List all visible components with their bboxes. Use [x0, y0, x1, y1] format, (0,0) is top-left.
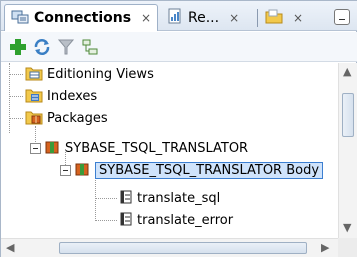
vertical-scrollbar[interactable]: ▲ ▼: [338, 63, 357, 238]
folder-views-icon: [25, 65, 43, 84]
tab-connections-label: Connections: [34, 10, 132, 26]
add-connection-icon[interactable]: [9, 38, 27, 56]
horizontal-scrollbar[interactable]: ◀ ▶: [1, 238, 338, 257]
scroll-down-icon[interactable]: ▼: [343, 221, 351, 234]
tab-reports[interactable]: Re... ×: [161, 4, 255, 31]
package-body-icon: [73, 161, 91, 180]
tab-separator: [257, 9, 258, 27]
filter-icon[interactable]: [57, 38, 75, 56]
tab-connections[interactable]: Connections ×: [4, 4, 158, 31]
connections-tree: Editioning Views Indexes Packages SYBASE…: [1, 63, 337, 238]
tree-item-label: translate_error: [137, 212, 234, 228]
tree-item-editioning-views[interactable]: Editioning Views: [25, 63, 154, 85]
close-icon[interactable]: ×: [293, 11, 303, 25]
collapse-toggle[interactable]: [60, 165, 71, 176]
scroll-left-icon[interactable]: ◀: [6, 241, 14, 254]
scrollbar-corner: [338, 238, 357, 257]
schema-browser-icon[interactable]: [81, 38, 99, 56]
toolbar: [1, 32, 357, 62]
tree-item-translate-sql[interactable]: translate_sql: [119, 187, 220, 209]
refresh-icon[interactable]: [33, 38, 51, 56]
tree-item-packages[interactable]: Packages: [25, 107, 108, 129]
connections-panel: Connections × Re... × × Editioning Views…: [0, 0, 357, 257]
tree-item-indexes[interactable]: Indexes: [25, 85, 97, 107]
tree-item-package-body[interactable]: SYBASE_TSQL_TRANSLATOR Body: [73, 159, 324, 181]
tree-connector: [9, 96, 23, 97]
tree-item-label: Editioning Views: [47, 66, 154, 82]
tree-item-package[interactable]: SYBASE_TSQL_TRANSLATOR: [43, 137, 248, 159]
scroll-up-icon[interactable]: ▲: [343, 65, 351, 78]
tree-item-label: SYBASE_TSQL_TRANSLATOR: [65, 140, 249, 156]
tree-item-label: SYBASE_TSQL_TRANSLATOR Body: [95, 161, 324, 179]
tab-bar: Connections × Re... × ×: [1, 1, 357, 31]
folder-packages-icon: [25, 109, 43, 128]
connections-icon: [11, 9, 29, 28]
tree-connector: [95, 198, 117, 199]
scroll-right-icon[interactable]: ▶: [321, 241, 329, 254]
minimize-button[interactable]: [334, 9, 350, 25]
tree-item-label: Packages: [47, 110, 108, 126]
close-icon[interactable]: ×: [229, 11, 239, 25]
package-icon: [43, 139, 61, 158]
procedure-icon: [119, 189, 133, 208]
tab-reports-label: Re...: [188, 9, 220, 26]
collapse-toggle[interactable]: [30, 143, 41, 154]
tree-item-translate-error[interactable]: translate_error: [119, 209, 233, 231]
files-icon: [265, 8, 283, 27]
tab-files[interactable]: ×: [259, 4, 311, 31]
folder-indexes-icon: [25, 87, 43, 106]
close-icon[interactable]: ×: [141, 11, 151, 25]
tree-item-label: translate_sql: [137, 190, 221, 206]
tree-item-label: Indexes: [47, 88, 98, 104]
tree-connector: [95, 220, 117, 221]
vertical-scroll-thumb[interactable]: [342, 93, 354, 137]
procedure-icon: [119, 211, 133, 230]
tree-connector: [9, 74, 23, 75]
tree-connector: [9, 118, 23, 119]
horizontal-scroll-thumb[interactable]: [59, 242, 307, 254]
reports-icon: [167, 8, 183, 27]
